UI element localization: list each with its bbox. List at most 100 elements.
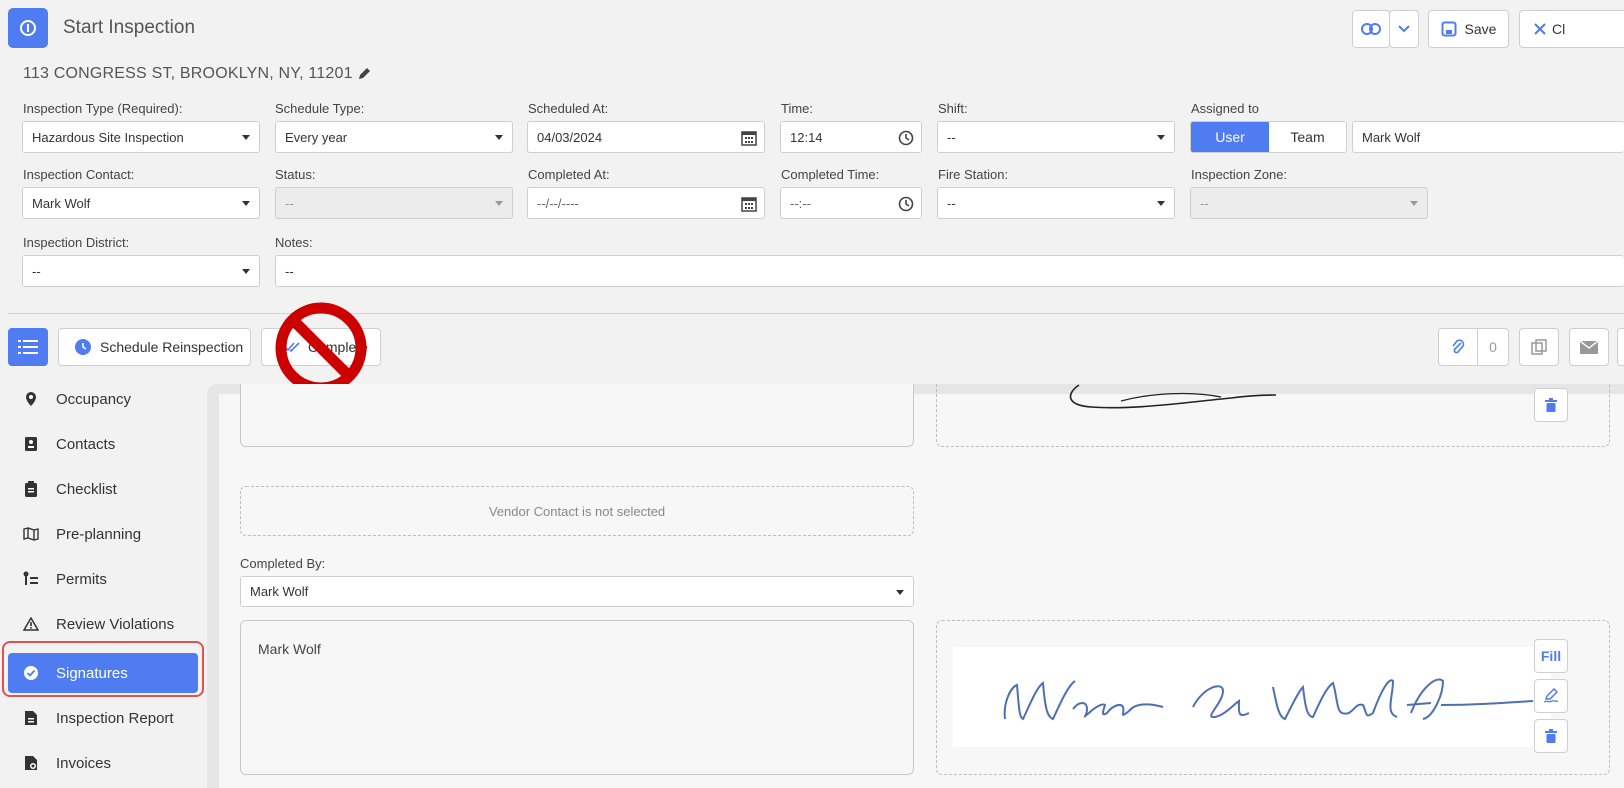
link-dropdown-button[interactable] [1389,10,1419,48]
scheduled-at-label: Scheduled At: [528,101,609,116]
caret-down-icon [495,135,503,140]
edit-signature-button[interactable] [1534,679,1568,713]
signature-image [1003,678,1534,721]
trash-icon [1545,398,1557,412]
caret-down-icon [896,590,904,595]
sidebar-item-label: Occupancy [56,390,132,408]
vendor-signature-pad[interactable] [936,384,1610,447]
completed-time-value: --:-- [790,195,811,211]
signer-name: Mark Wolf [258,641,321,657]
caret-down-icon [1157,135,1165,140]
signatures-panel: Vendor Contact is not selected Completed… [207,384,1624,788]
signer-name-box: Mark Wolf [240,620,914,775]
save-icon [1441,21,1457,37]
schedule-reinspection-label: Schedule Reinspection [100,339,244,355]
attachments-count: 0 [1477,328,1509,366]
copy-link-button[interactable] [1352,10,1390,48]
notes-input[interactable]: -- [275,255,1624,287]
signature-image [1069,384,1277,409]
sidebar-item-label: Checklist [56,480,117,498]
schedule-type-select[interactable]: Every year [275,121,513,153]
sidebar-item-label: Inspection Report [56,709,174,727]
inspection-type-select[interactable]: Hazardous Site Inspection [22,121,260,153]
map-icon [23,527,39,541]
sidebar-item-contacts[interactable]: Contacts [8,424,198,464]
completed-at-input[interactable]: --/--/---- [527,187,765,219]
calendar-icon[interactable] [741,130,757,146]
clear-signature-button[interactable] [1534,388,1568,422]
status-value: -- [285,195,294,211]
team-toggle-button[interactable]: Team [1269,122,1346,152]
schedule-type-value: Every year [285,129,348,145]
sidebar-item-permits[interactable]: Permits [8,559,198,599]
inspection-contact-select[interactable]: Mark Wolf [22,187,260,219]
signature-canvas[interactable] [953,647,1551,747]
inspection-type-label: Inspection Type (Required): [23,101,183,116]
scheduled-at-value: 04/03/2024 [537,129,603,145]
notes-value: -- [285,263,294,279]
fill-signature-button[interactable]: Fill [1534,639,1568,673]
page-title: Start Inspection [63,17,196,38]
caret-down-icon [1157,201,1165,206]
email-button[interactable] [1569,328,1609,366]
inspection-type-value: Hazardous Site Inspection [32,129,184,145]
sidebar-item-occupancy[interactable]: Occupancy [8,379,198,419]
time-input[interactable]: 12:14 [780,121,922,153]
caret-down-icon [1410,201,1418,206]
fire-station-select[interactable]: -- [937,187,1175,219]
sidebar-item-label: Signatures [56,664,128,682]
check-circle-icon [24,666,38,680]
sidebar-item-inspection-report[interactable]: Inspection Report [8,698,198,738]
completed-by-label: Completed By: [240,556,326,571]
sections-menu-button[interactable] [8,328,48,366]
completed-at-value: --/--/---- [537,195,579,211]
sidebar-item-label: Review Violations [56,615,175,633]
sidebar-item-review-violations[interactable]: Review Violations [8,604,198,644]
vendor-contact-notice: Vendor Contact is not selected [240,486,914,536]
sidebar-item-label: Contacts [56,435,116,453]
sidebar-item-checklist[interactable]: Checklist [8,469,198,509]
sidebar-item-signatures[interactable]: Signatures [8,653,198,693]
contact-card-icon [25,437,37,451]
clock-icon [75,339,91,355]
calendar-icon[interactable] [741,196,757,212]
completer-signature-pad[interactable]: Fill [936,620,1610,775]
schedule-reinspection-button[interactable]: Schedule Reinspection [58,328,251,366]
invoice-icon [25,756,37,770]
inspection-contact-value: Mark Wolf [32,195,91,211]
property-address: 113 CONGRESS ST, BROOKLYN, NY, 11201 [23,65,371,83]
assignee-select[interactable]: Mark Wolf [1352,121,1624,153]
app-menu-button[interactable] [8,8,48,48]
envelope-icon [1580,340,1598,354]
pencil-icon[interactable] [357,67,371,81]
prohibition-sign-icon [275,302,367,394]
scheduled-at-input[interactable]: 04/03/2024 [527,121,765,153]
clear-signature-button[interactable] [1534,719,1568,753]
attachments-button[interactable] [1438,328,1478,366]
schedule-type-label: Schedule Type: [275,101,365,116]
more-button[interactable] [1617,328,1624,366]
sidebar-item-label: Pre-planning [56,525,142,543]
user-toggle-button[interactable]: User [1191,122,1269,152]
copy-button[interactable] [1519,328,1559,366]
sidebar-item-invoices[interactable]: Invoices [8,743,198,783]
inspection-zone-label: Inspection Zone: [1191,167,1288,182]
sidebar-item-pre-planning[interactable]: Pre-planning [8,514,198,554]
paperclip-icon [1452,339,1465,354]
save-button[interactable]: Save [1428,10,1509,48]
chevron-down-icon [1398,25,1410,33]
fire-station-value: -- [947,195,956,211]
close-button[interactable]: Cl [1519,10,1624,48]
clock-icon[interactable] [898,130,914,146]
inspection-district-select[interactable]: -- [22,255,260,287]
completed-by-select[interactable]: Mark Wolf [240,576,914,607]
permit-list-icon [23,571,38,585]
completed-time-label: Completed Time: [781,167,880,182]
caret-down-icon [495,201,503,206]
clock-icon[interactable] [898,196,914,212]
inspection-contact-label: Inspection Contact: [23,167,135,182]
completed-time-input[interactable]: --:-- [780,187,922,219]
warning-icon [23,617,39,631]
inspection-district-value: -- [32,263,41,279]
shift-select[interactable]: -- [937,121,1175,153]
